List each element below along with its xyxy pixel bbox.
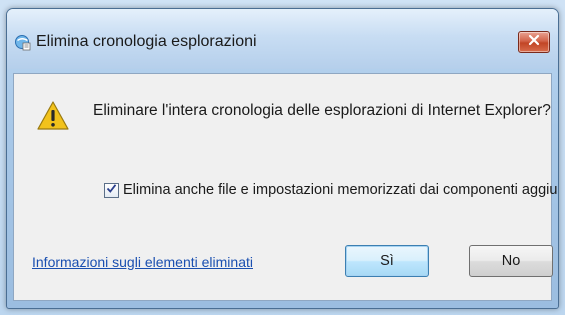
warning-icon <box>36 100 70 132</box>
delete-history-dialog: Elimina cronologia esplorazioni Eliminar… <box>6 8 559 309</box>
internet-explorer-icon <box>14 33 32 51</box>
dialog-body: Eliminare l'intera cronologia delle espl… <box>13 73 558 301</box>
title-bar[interactable]: Elimina cronologia esplorazioni <box>7 9 558 69</box>
addon-data-checkbox[interactable] <box>104 181 119 199</box>
checkmark-icon <box>106 181 117 199</box>
addon-data-checkbox-label[interactable]: Elimina anche file e impostazioni memori… <box>123 182 558 198</box>
confirmation-message: Eliminare l'intera cronologia delle espl… <box>93 102 551 119</box>
close-icon <box>528 33 540 51</box>
dialog-title: Elimina cronologia esplorazioni <box>36 33 257 50</box>
addon-data-option[interactable]: Elimina anche file e impostazioni memori… <box>104 181 558 199</box>
close-button[interactable] <box>518 31 550 53</box>
no-button[interactable]: No <box>469 245 553 277</box>
yes-button[interactable]: Sì <box>345 245 429 277</box>
deleted-items-info-link[interactable]: Informazioni sugli elementi eliminati <box>32 254 253 270</box>
